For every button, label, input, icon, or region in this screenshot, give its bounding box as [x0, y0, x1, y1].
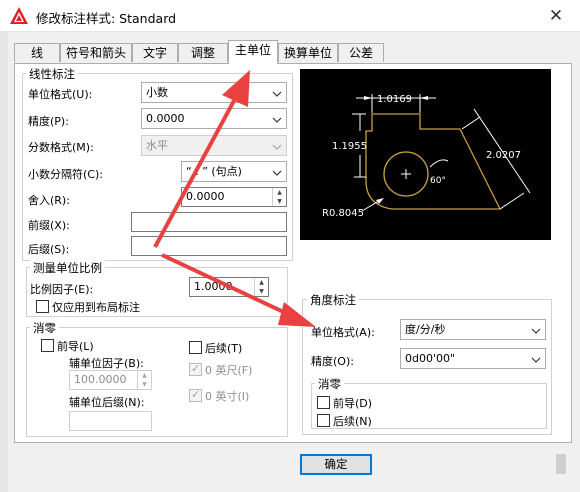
tab-symbols-arrows[interactable]: 符号和箭头 — [60, 43, 132, 62]
preview-dim-right: 2.0207 — [486, 150, 521, 161]
scale-factor-value: 1.0000 — [194, 280, 233, 293]
chevron-down-icon — [272, 91, 282, 97]
scale-factor-label: 比例因子(E): — [30, 283, 94, 296]
unit-format-value: 小数 — [146, 86, 168, 99]
decimal-separator-select[interactable]: “ . ” (句点) — [181, 161, 287, 182]
roundoff-label: 舍入(R): — [28, 194, 70, 207]
fraction-format-label: 分数格式(M): — [28, 141, 94, 154]
zero-feet-label: 0 英尺(F) — [205, 364, 253, 377]
spin-down-icon[interactable]: ▼ — [138, 380, 151, 389]
preview-dim-angle: 60° — [430, 176, 446, 186]
spin-down-icon[interactable]: ▼ — [255, 287, 268, 296]
fraction-format-value: 水平 — [146, 139, 168, 152]
angular-precision-select[interactable]: 0d00'00" — [400, 348, 546, 369]
apply-to-layout-checkbox[interactable] — [36, 300, 49, 313]
unit-format-label: 单位格式(U): — [28, 88, 93, 101]
tab-fit[interactable]: 调整 — [178, 43, 228, 62]
angular-trailing-zero-checkbox[interactable] — [317, 414, 330, 427]
zero-feet-checkbox[interactable] — [189, 362, 202, 376]
zero-inches-checkbox[interactable] — [189, 388, 202, 402]
leading-zero-label: 前导(L) — [57, 340, 94, 353]
trailing-zero-label: 后续(T) — [205, 342, 243, 355]
fraction-format-select[interactable]: 水平 — [141, 135, 287, 156]
precision-select[interactable]: 0.0000 — [141, 108, 287, 129]
angular-precision-label: 精度(O): — [311, 355, 354, 368]
spin-up-icon[interactable]: ▲ — [255, 278, 268, 287]
tab-tolerances[interactable]: 公差 — [338, 43, 384, 62]
chevron-down-icon — [272, 144, 282, 150]
spin-up-icon[interactable]: ▲ — [138, 371, 151, 380]
tab-lines[interactable]: 线 — [14, 43, 60, 62]
sub-unit-factor-value: 100.0000 — [74, 373, 127, 386]
decimal-separator-value: “ . ” (句点) — [186, 165, 242, 178]
preview-dim-left: 1.1955 — [332, 141, 367, 152]
window-left-edge — [0, 32, 8, 492]
prefix-input[interactable] — [131, 212, 287, 232]
precision-label: 精度(P): — [28, 115, 69, 128]
roundoff-spinner[interactable]: ▲ ▼ — [272, 188, 286, 206]
scale-factor-input[interactable]: 1.0000 ▲ ▼ — [189, 277, 269, 297]
close-icon[interactable]: ✕ — [542, 4, 570, 28]
sub-unit-factor-label: 辅单位因子(B): — [69, 357, 144, 370]
angular-unit-format-value: 度/分/秒 — [405, 323, 446, 336]
linear-dimensions-label: 线性标注 — [26, 66, 78, 82]
decimal-separator-label: 小数分隔符(C): — [28, 168, 103, 181]
angular-trailing-zero-label: 后续(N) — [333, 415, 372, 428]
sub-unit-suffix-input[interactable] — [69, 411, 152, 431]
preview-dim-top: 1.0169 — [377, 94, 412, 105]
spin-up-icon[interactable]: ▲ — [273, 188, 286, 197]
angular-dimensions-label: 角度标注 — [307, 292, 359, 308]
zero-inches-label: 0 英寸(I) — [205, 390, 250, 403]
spin-down-icon[interactable]: ▼ — [273, 197, 286, 206]
title-bar[interactable]: 修改标注样式: Standard ✕ — [0, 0, 580, 32]
preview-drawing: 1.0169 1.1955 2.0207 60° R0.8045 — [322, 94, 531, 219]
sub-unit-factor-input[interactable]: 100.0000 ▲ ▼ — [69, 370, 152, 390]
roundoff-value: 0.0000 — [186, 190, 225, 203]
window-title: 修改标注样式: Standard — [36, 11, 177, 26]
angular-leading-zero-checkbox[interactable] — [317, 396, 330, 409]
prefix-label: 前缀(X): — [28, 219, 70, 232]
resize-grip[interactable] — [556, 454, 566, 474]
angular-leading-zero-label: 前导(D) — [333, 397, 373, 410]
suffix-label: 后缀(S): — [28, 243, 70, 256]
precision-value: 0.0000 — [146, 112, 185, 125]
preview-dim-radius: R0.8045 — [322, 208, 364, 219]
unit-format-select[interactable]: 小数 — [141, 82, 287, 103]
tab-text[interactable]: 文字 — [132, 43, 178, 62]
angular-unit-format-select[interactable]: 度/分/秒 — [400, 319, 546, 340]
chevron-down-icon — [272, 170, 282, 176]
angular-unit-format-label: 单位格式(A): — [311, 326, 375, 339]
roundoff-input[interactable]: 0.0000 ▲ ▼ — [181, 187, 287, 207]
preview-part-outline — [365, 113, 502, 210]
angular-zero-suppression-label: 消零 — [315, 376, 344, 392]
dimension-preview: 1.0169 1.1955 2.0207 60° R0.8045 — [300, 69, 551, 240]
autocad-app-icon — [10, 7, 28, 24]
ok-button[interactable]: 确定 — [300, 454, 372, 475]
zero-suppression-label: 消零 — [30, 320, 59, 336]
tab-primary-units[interactable]: 主单位 — [228, 40, 278, 64]
sub-unit-suffix-label: 辅单位后缀(N): — [69, 396, 145, 409]
tab-alternate-units[interactable]: 换算单位 — [278, 43, 338, 62]
angular-precision-value: 0d00'00" — [405, 352, 456, 365]
apply-to-layout-label: 仅应用到布局标注 — [52, 301, 140, 314]
chevron-down-icon — [272, 117, 282, 123]
leading-zero-checkbox[interactable] — [41, 339, 54, 352]
chevron-down-icon — [531, 328, 541, 334]
suffix-input[interactable] — [131, 236, 287, 256]
scale-factor-spinner[interactable]: ▲ ▼ — [254, 278, 268, 296]
trailing-zero-checkbox[interactable] — [189, 341, 202, 354]
measurement-scale-label: 测量单位比例 — [30, 260, 105, 276]
sub-unit-factor-spinner[interactable]: ▲ ▼ — [137, 371, 151, 389]
chevron-down-icon — [531, 357, 541, 363]
